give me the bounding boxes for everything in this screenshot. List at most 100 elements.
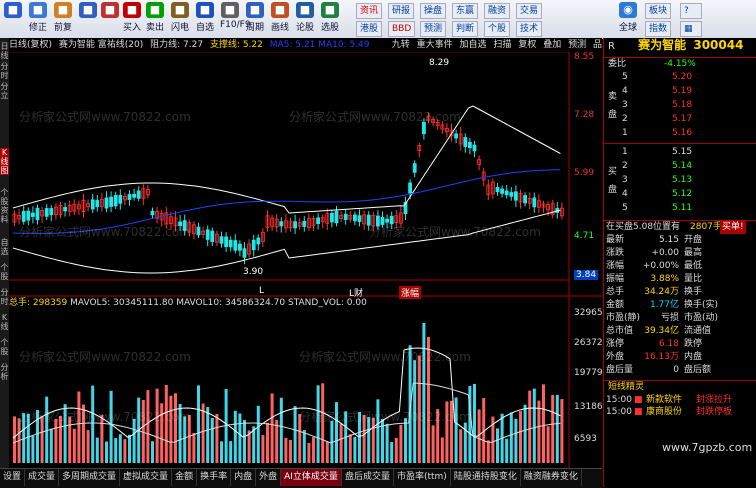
left-tab-2[interactable]: 分立	[0, 82, 9, 100]
grid-icon[interactable]: ▦	[680, 21, 702, 37]
toolbar-button-12[interactable]: ■ 论股	[295, 2, 315, 36]
toolbar-button-8[interactable]: ■ 自选	[195, 2, 215, 36]
volume-bar	[532, 388, 536, 463]
volume-bar	[233, 410, 237, 463]
tool-1[interactable]: 重大事件	[417, 40, 453, 50]
toolbar-button-4[interactable]: ■	[100, 2, 120, 36]
left-tab-6[interactable]: 个股	[0, 263, 9, 281]
toolbar-button-11[interactable]: ■ 画线	[270, 2, 290, 36]
candle-body	[136, 190, 141, 199]
left-tab-9[interactable]: 个股	[0, 338, 9, 356]
kline-chart[interactable]	[9, 38, 602, 468]
left-tab-10[interactable]: 分析	[0, 363, 9, 381]
candle-body	[104, 197, 109, 209]
left-tab-3[interactable]: K线图	[0, 148, 9, 175]
left-vertical-tabs: 日线 分时 分立 K线图 个股资料 自选 个股 分时 K线 个股 分析	[0, 38, 9, 468]
draw-icon: ■	[271, 2, 289, 18]
event-label-0[interactable]: L	[259, 286, 264, 296]
stat-label: 总市值	[606, 326, 634, 336]
indicator-tab-7[interactable]: 外盘	[256, 469, 282, 486]
toolbar-button-0[interactable]: ■	[3, 2, 23, 36]
chart-area[interactable]: 日线(复权) 赛为智能 富祐线(20) 阻力线: 7.27 支撑线: 5.22 …	[9, 38, 603, 468]
price-tick-1: 7.28	[574, 110, 595, 120]
tool-6[interactable]: 预测	[568, 40, 586, 50]
quick-link-3[interactable]: 东赢	[452, 3, 479, 19]
quick-link-2[interactable]: 操盘	[420, 3, 447, 19]
stat-row: 外盘 16.13万 内盘	[604, 351, 756, 364]
volume-bar	[486, 440, 490, 463]
tool-3[interactable]: 扫描	[493, 40, 511, 50]
index-button[interactable]: 指数	[645, 21, 672, 37]
volume-bar	[146, 390, 150, 463]
candle-body	[472, 144, 477, 152]
event-row[interactable]: 15:00 ■ 康商股份 封跌停板	[604, 406, 756, 419]
help-icon[interactable]: ?	[680, 3, 702, 19]
quick-link-6[interactable]: 港股	[356, 21, 383, 37]
candle-body	[35, 207, 40, 221]
indicator-tab-9[interactable]: 盘后成交量	[342, 469, 394, 486]
volume-bar	[289, 439, 292, 463]
candle-body	[343, 213, 348, 220]
left-tab-8[interactable]: K线	[0, 313, 9, 331]
toolbar-button-10[interactable]: ■ 周期	[245, 2, 265, 36]
toolbar-button-2[interactable]: ■ 前复	[53, 2, 73, 36]
volume-bar	[31, 435, 35, 463]
indicator-tab-2[interactable]: 多周期成交量	[59, 469, 121, 486]
volume-bar	[91, 385, 95, 463]
toolbar-button-13[interactable]: ■ 选股	[320, 2, 340, 36]
left-tab-4[interactable]: 个股资料	[0, 188, 9, 224]
candle-body	[63, 207, 67, 212]
quick-link-11[interactable]: 技术	[516, 21, 543, 37]
indicator-tab-8[interactable]: AI立体成交量	[281, 469, 342, 486]
tool-7[interactable]: 品	[593, 40, 602, 50]
toolbar-button-3[interactable]: ■	[78, 2, 98, 36]
indicator-tab-0[interactable]: 设置	[0, 469, 26, 486]
global-button[interactable]: ◉ 全球	[615, 2, 641, 36]
quick-link-10[interactable]: 个股	[484, 21, 511, 37]
indicator-tab-4[interactable]: 金额	[172, 469, 198, 486]
quick-link-8[interactable]: 预测	[420, 21, 447, 37]
quick-link-5[interactable]: 交易	[516, 3, 543, 19]
indicator-tab-3[interactable]: 虚拟成交量	[120, 469, 173, 486]
volume-bar	[279, 397, 283, 463]
candle-body	[385, 218, 390, 223]
toolbar-button-9[interactable]: ■ F10/F9	[220, 2, 251, 36]
stat-label: 盘后额	[684, 365, 712, 375]
indicator-tab-1[interactable]: 成交量	[25, 469, 60, 486]
quick-link-1[interactable]: 研报	[388, 3, 415, 19]
volume-bar	[316, 385, 320, 463]
left-tab-0[interactable]: 日线	[0, 42, 9, 60]
quick-link-7[interactable]: BBD	[388, 21, 416, 37]
indicator-tab-10[interactable]: 市盈率(ttm)	[394, 469, 451, 486]
candle-body	[316, 217, 321, 225]
toolbar-button-5[interactable]: ■ 买入	[122, 2, 142, 36]
quick-link-0[interactable]: 资讯	[356, 3, 383, 19]
tool-0[interactable]: 九转	[392, 40, 410, 50]
volume-bar	[169, 395, 173, 463]
volume-bar	[371, 417, 375, 463]
indicator-tab-5[interactable]: 换手率	[197, 469, 232, 486]
toolbar-button-1[interactable]: ■ 修正	[28, 2, 48, 36]
tool-4[interactable]: 复权	[518, 40, 536, 50]
tool-5[interactable]: 叠加	[543, 40, 561, 50]
volume-bar	[187, 414, 191, 463]
indicator-tab-11[interactable]: 陆股通持股变化	[451, 469, 521, 486]
left-tab-5[interactable]: 自选	[0, 238, 9, 256]
volume-bar	[284, 437, 288, 463]
tool-2[interactable]: 加自选	[460, 40, 487, 50]
stat-label: 总手	[606, 287, 625, 297]
level-num: 2	[622, 114, 628, 124]
stat-label: 量比	[684, 274, 703, 284]
indicator-tab-12[interactable]: 融资融券变化	[521, 469, 582, 486]
toolbar-button-6[interactable]: ■ 卖出	[145, 2, 165, 36]
left-tab-1[interactable]: 分时	[0, 62, 9, 80]
quick-link-9[interactable]: 判断	[452, 21, 479, 37]
quick-link-4[interactable]: 融资	[484, 3, 511, 19]
price-tick-4: 3.84	[574, 270, 599, 280]
volume-bar	[537, 400, 541, 463]
toolbar-button-7[interactable]: ■ 闪电	[170, 2, 190, 36]
indicator-tab-6[interactable]: 内盘	[231, 469, 257, 486]
volume-bar	[105, 441, 108, 463]
sector-button[interactable]: 板块	[645, 3, 672, 19]
left-tab-7[interactable]: 分时	[0, 288, 9, 306]
